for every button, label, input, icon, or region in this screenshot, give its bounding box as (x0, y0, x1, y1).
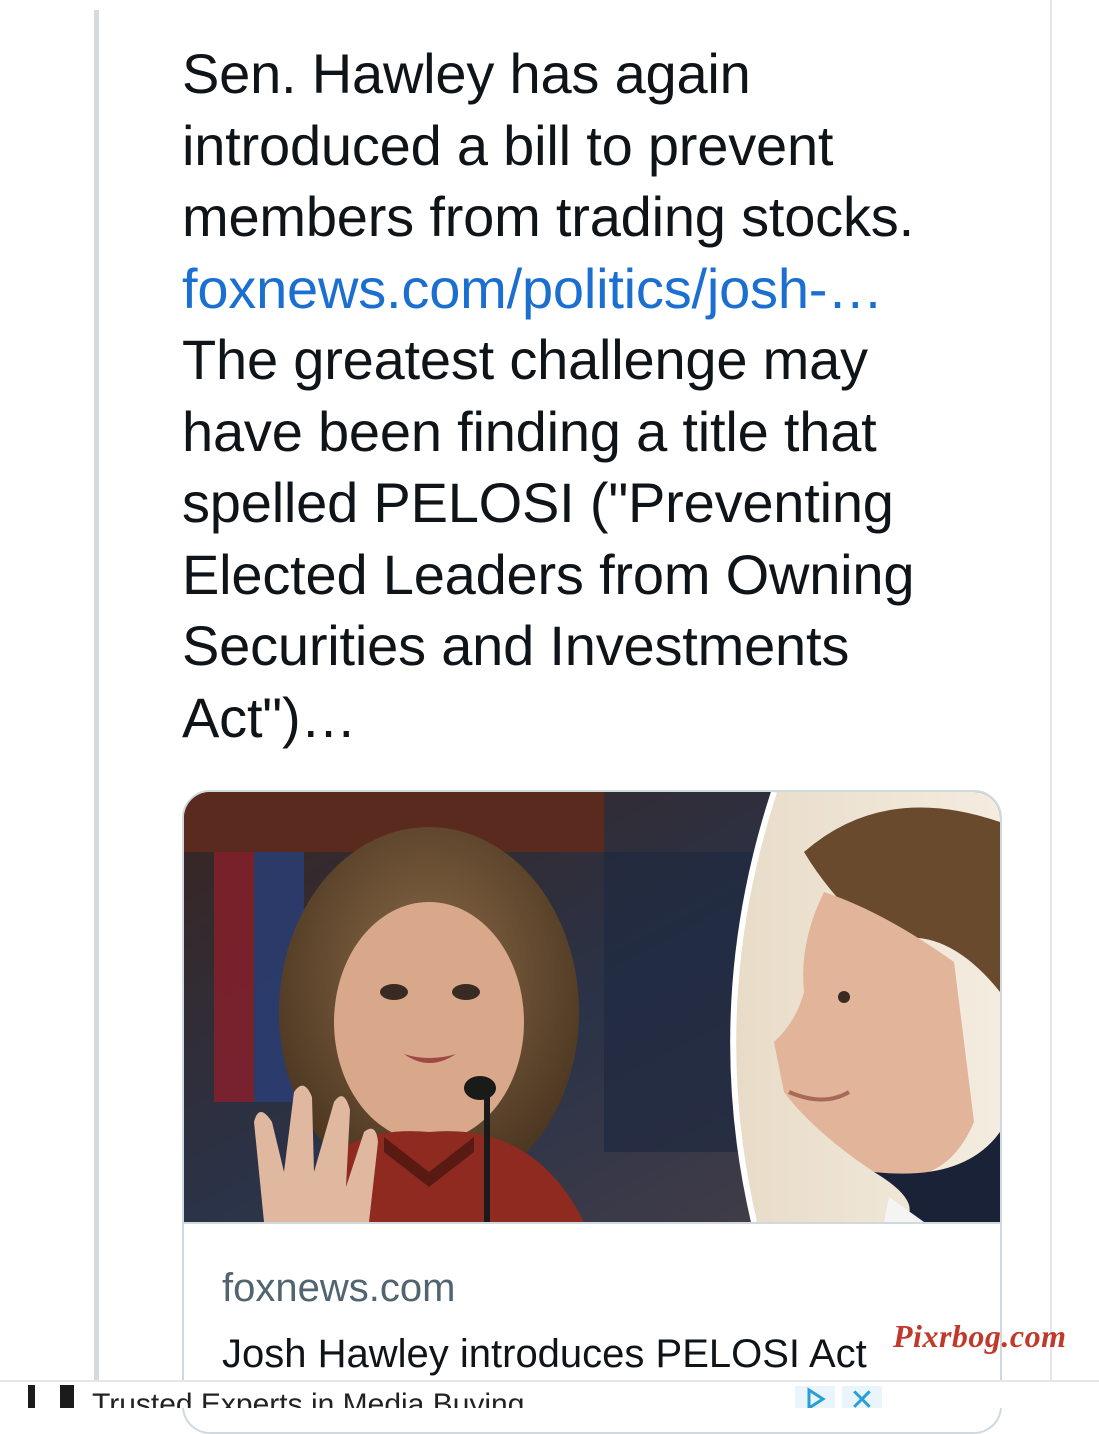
adchoices-icon[interactable] (795, 1386, 835, 1408)
link-preview-card[interactable]: foxnews.com Josh Hawley introduces PELOS… (182, 790, 1002, 1434)
timeline-border (1050, 0, 1052, 1406)
tweet-text-line: Act")… (182, 685, 357, 749)
tweet-text-line: Securities and Investments (182, 614, 850, 677)
close-icon[interactable]: ✕ (842, 1386, 882, 1408)
ad-banner[interactable]: Trusted Experts in Media Buying ✕ (0, 1380, 1099, 1408)
ad-text[interactable]: Trusted Experts in Media Buying (92, 1390, 524, 1409)
ad-thumbnail[interactable] (22, 1385, 78, 1408)
tweet-link[interactable]: foxnews.com/politics/josh-… (182, 253, 1012, 325)
tweet-text-line: The greatest challenge may (182, 328, 868, 391)
card-domain: foxnews.com (222, 1266, 456, 1310)
tweet-text-line: have been finding a title that (182, 399, 877, 463)
card-image[interactable] (184, 792, 1000, 1224)
tweet-text-line: introduced a bill to prevent (182, 113, 834, 177)
card-photo (184, 792, 1000, 1222)
tweet-text-line: members from trading stocks. (182, 185, 914, 248)
thread-connector-line (94, 10, 99, 1406)
watermark: Pixrbog.com (893, 1318, 1067, 1354)
tweet-text: Sen. Hawley has again introduced a bill … (182, 38, 1012, 753)
tweet-text-line: Sen. Hawley has again (182, 42, 751, 105)
tweet-text-line: spelled PELOSI ("Preventing (182, 471, 894, 534)
tweet-text-line: Elected Leaders from Owning (182, 542, 915, 606)
card-title[interactable]: Josh Hawley introduces PELOSI Act (222, 1332, 867, 1377)
